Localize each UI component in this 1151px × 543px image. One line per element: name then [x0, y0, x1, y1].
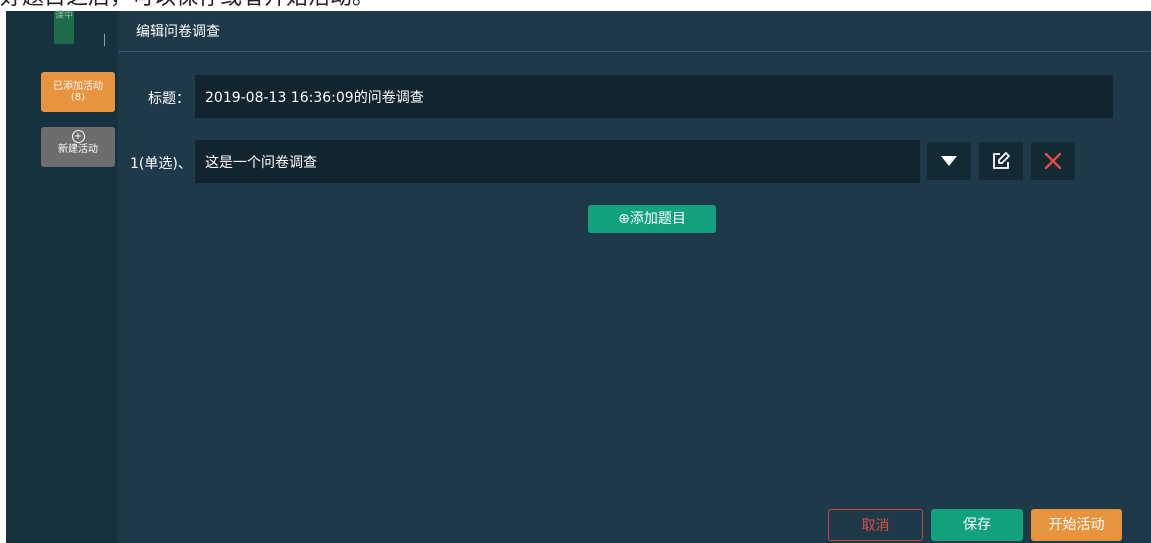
title-input[interactable]: 2019-08-13 16:36:09的问卷调查 [195, 75, 1113, 118]
start-activity-button[interactable]: 开始活动 [1031, 509, 1122, 541]
delete-question-button[interactable] [1031, 142, 1075, 180]
title-label: 标题： [148, 91, 190, 107]
question-input[interactable]: 这是一个问卷调查 [195, 140, 920, 183]
page-title: 编辑问卷调查 [136, 24, 220, 40]
added-activities-button[interactable]: 已添加活动 (8) [41, 72, 115, 112]
edit-question-button[interactable] [979, 142, 1023, 180]
question-label: 1(单选)、 [130, 156, 192, 172]
save-button[interactable]: 保存 [931, 509, 1023, 541]
logo-divider [104, 34, 105, 46]
expand-question-button[interactable] [927, 142, 971, 180]
delete-x-icon [1044, 152, 1062, 170]
page-caption: 好题目之后，可以保存或者开始活动。 [0, 0, 374, 10]
added-activities-count: (8) [70, 92, 86, 103]
left-sidebar: 课中 已添加活动 (8) + 新建活动 [6, 11, 118, 543]
header-divider [118, 51, 1151, 52]
add-question-button[interactable]: ⊕添加题目 [588, 205, 716, 233]
new-activity-button[interactable]: + 新建活动 [41, 127, 115, 167]
plus-circle-icon: + [71, 130, 85, 143]
new-activity-label: 新建活动 [58, 144, 98, 155]
added-activities-label: 已添加活动 [53, 81, 103, 92]
cancel-button[interactable]: 取消 [828, 509, 923, 541]
expand-triangle-icon [941, 156, 957, 166]
survey-editor-panel: 编辑问卷调查 标题： 2019-08-13 16:36:09的问卷调查 1(单选… [118, 11, 1151, 543]
edit-icon [993, 152, 1010, 169]
app-logo: 课中 [54, 11, 74, 44]
